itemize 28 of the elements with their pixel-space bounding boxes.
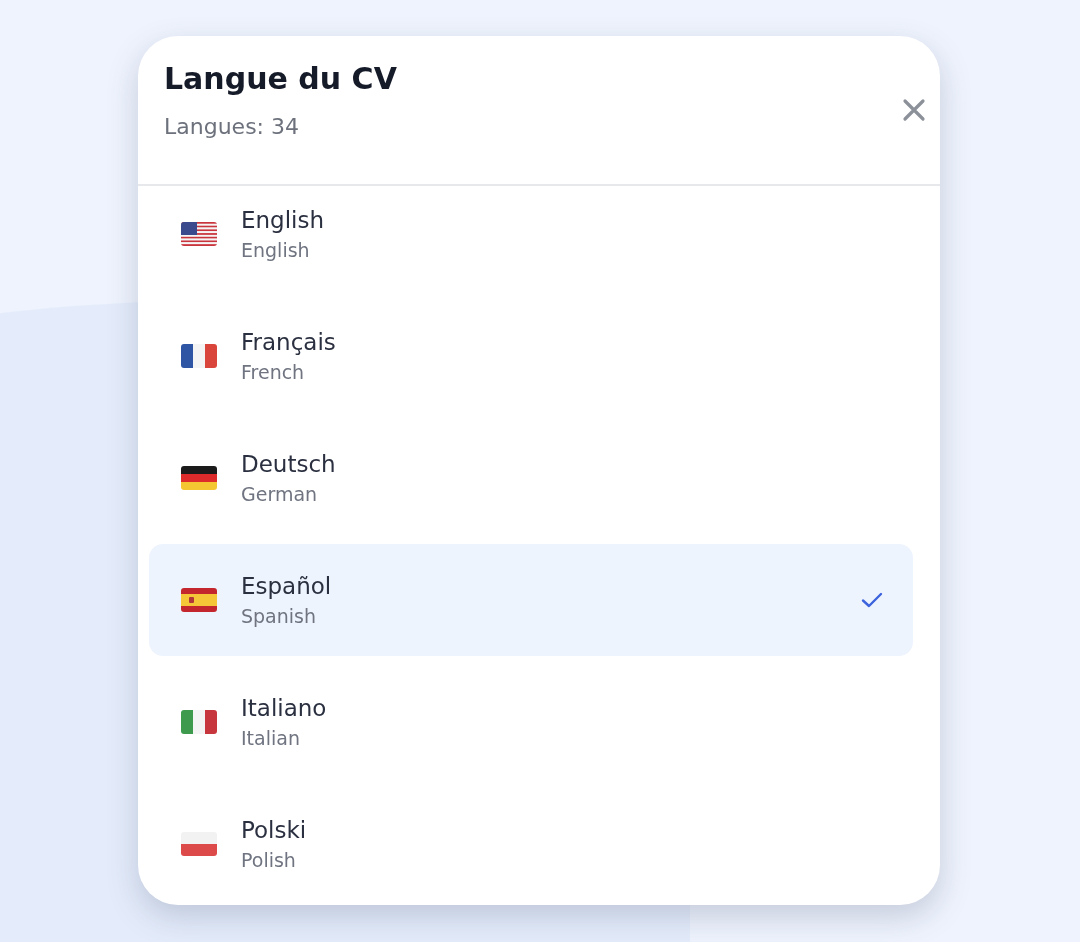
language-option[interactable]: Español Spanish bbox=[149, 544, 913, 656]
language-name: Italiano bbox=[241, 694, 327, 723]
language-name: Deutsch bbox=[241, 450, 336, 479]
language-name: Polski bbox=[241, 816, 307, 845]
language-translation: English bbox=[241, 238, 310, 263]
language-translation: French bbox=[241, 360, 305, 385]
language-option[interactable]: Polski Polish bbox=[149, 788, 913, 900]
language-option[interactable]: Français French bbox=[149, 300, 913, 412]
check-icon bbox=[861, 592, 883, 608]
language-translation: Italian bbox=[241, 726, 300, 751]
flag-icon bbox=[181, 710, 217, 734]
flag-icon bbox=[181, 588, 217, 612]
close-icon[interactable] bbox=[902, 98, 926, 122]
language-translation: Spanish bbox=[241, 604, 317, 629]
language-translation: German bbox=[241, 482, 318, 507]
flag-icon bbox=[181, 222, 217, 246]
language-name: Français bbox=[241, 328, 336, 357]
language-translation: Polish bbox=[241, 848, 296, 873]
language-option[interactable]: English English bbox=[149, 186, 913, 290]
language-name: Español bbox=[241, 572, 332, 601]
flag-icon bbox=[181, 832, 217, 856]
language-option[interactable]: Deutsch German bbox=[149, 422, 913, 534]
language-option[interactable]: Italiano Italian bbox=[149, 666, 913, 778]
language-name: English bbox=[241, 206, 325, 235]
dialog-title: Langue du CV bbox=[164, 60, 397, 98]
flag-icon bbox=[181, 466, 217, 490]
flag-icon bbox=[181, 344, 217, 368]
language-count: Langues: 34 bbox=[164, 114, 300, 139]
